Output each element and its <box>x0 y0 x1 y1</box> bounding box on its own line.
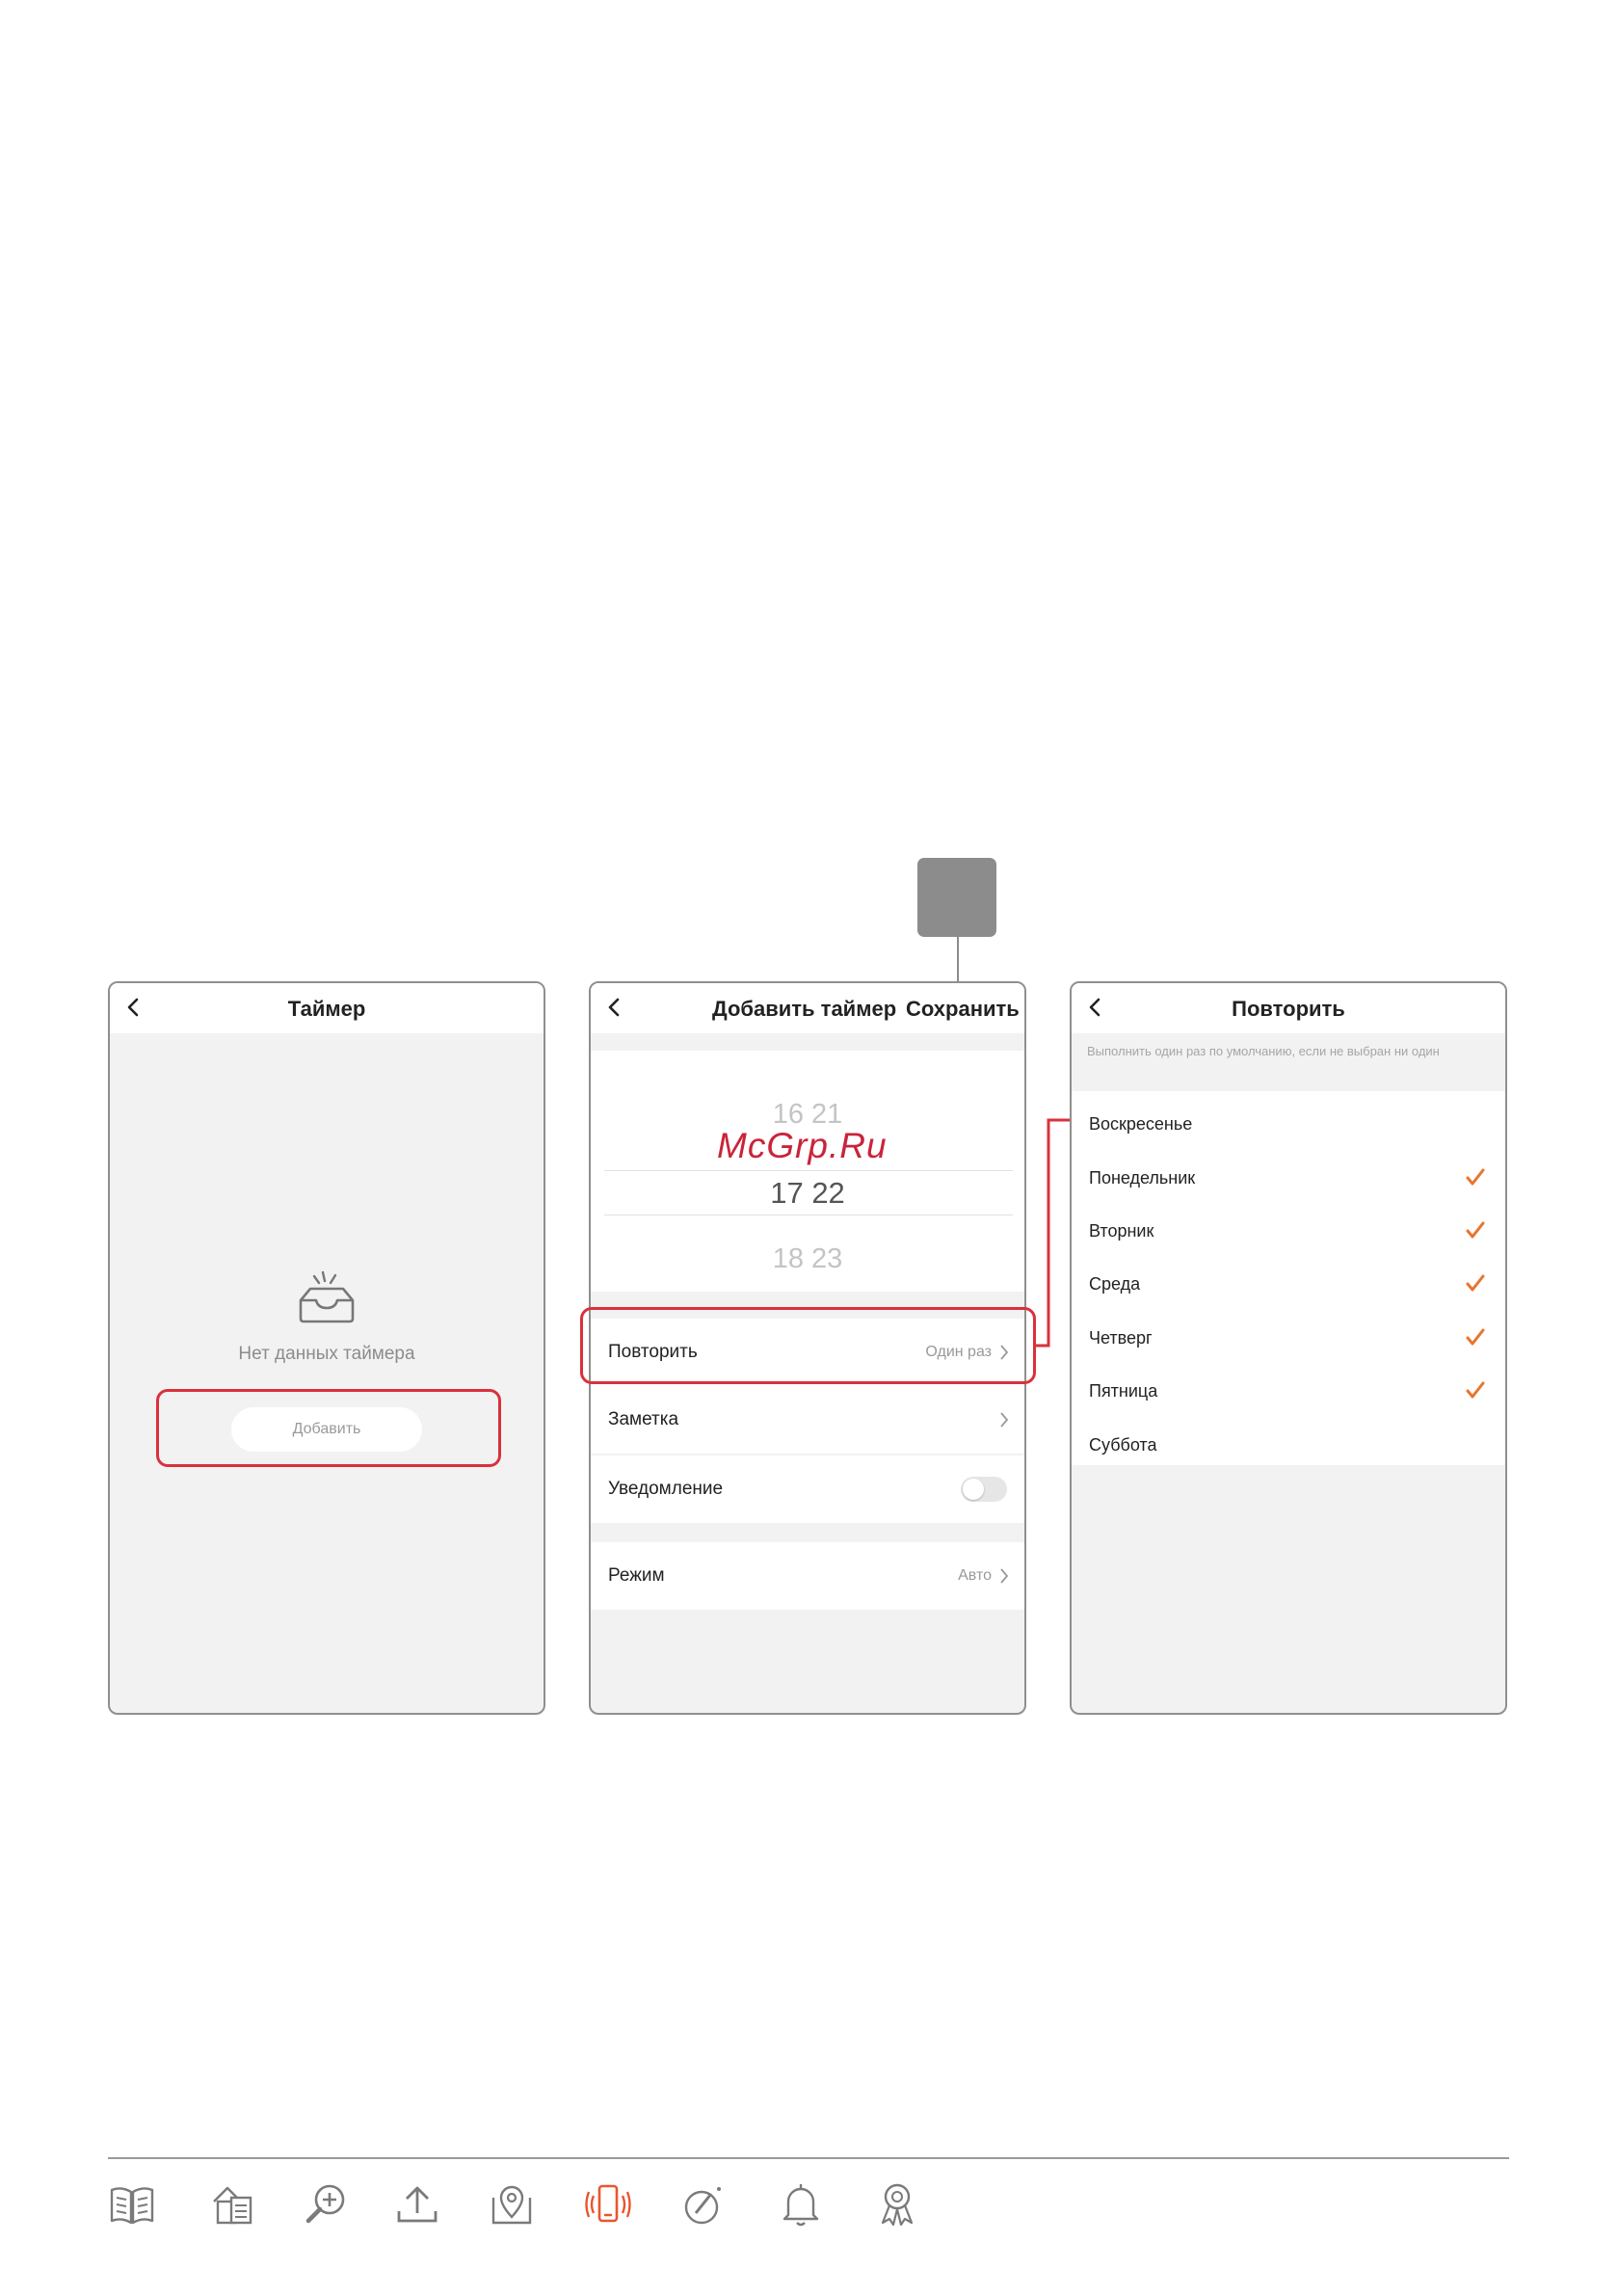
day-item-saturday[interactable]: Суббота <box>1089 1435 1157 1455</box>
footer-divider <box>108 2157 1509 2159</box>
day-item-thursday[interactable]: Четверг <box>1089 1328 1153 1348</box>
checkmark-icon <box>1466 1221 1485 1239</box>
empty-state-text: Нет данных таймера <box>238 1344 415 1364</box>
day-item-friday[interactable]: Пятница <box>1089 1381 1157 1402</box>
toggle-knob <box>963 1479 984 1500</box>
picker-hour: 17 <box>770 1176 804 1210</box>
header: Добавить таймер Сохранить <box>591 983 1024 1033</box>
picker-minute: 22 <box>811 1176 845 1210</box>
manual-book-icon[interactable] <box>108 2180 156 2229</box>
chevron-right-icon <box>1000 1412 1009 1428</box>
location-pin-icon[interactable] <box>488 2180 536 2229</box>
header: Таймер <box>110 983 544 1033</box>
vibrating-phone-icon[interactable] <box>584 2180 632 2229</box>
repeat-hint: Выполнить один раз по умолчанию, если не… <box>1087 1044 1440 1058</box>
header: Повторить <box>1072 983 1505 1033</box>
days-list: Воскресенье Понедельник Вторник Среда Че… <box>1072 1091 1505 1465</box>
edit-circle-icon[interactable] <box>680 2180 729 2229</box>
page-title: Повторить <box>1232 997 1345 1021</box>
note-row[interactable]: Заметка <box>591 1386 1024 1454</box>
highlight-add-button <box>156 1389 501 1467</box>
house-document-icon[interactable] <box>208 2180 256 2229</box>
upload-icon[interactable] <box>393 2180 441 2229</box>
page-title: Таймер <box>287 997 366 1021</box>
notification-label: Уведомление <box>608 1479 724 1499</box>
bell-icon[interactable] <box>777 2180 825 2229</box>
picker-divider-top <box>604 1170 1013 1171</box>
day-item-monday[interactable]: Понедельник <box>1089 1168 1195 1188</box>
zoom-plus-icon[interactable] <box>303 2180 351 2229</box>
picker-minute: 23 <box>811 1243 843 1274</box>
note-label: Заметка <box>608 1409 679 1429</box>
checkmark-icon <box>1466 1168 1485 1186</box>
time-picker[interactable]: 16 21 17 22 18 23 <box>591 1051 1024 1292</box>
checkmark-icon <box>1466 1381 1485 1399</box>
checkmark-icon <box>1466 1274 1485 1292</box>
notification-toggle[interactable] <box>961 1477 1007 1502</box>
day-item-tuesday[interactable]: Вторник <box>1089 1221 1154 1241</box>
day-item-sunday[interactable]: Воскресенье <box>1089 1114 1192 1135</box>
timer-screen: Таймер Нет данных таймера Добавить <box>108 981 545 1715</box>
notification-row: Уведомление <box>591 1455 1024 1523</box>
repeat-screen: Повторить Выполнить один раз по умолчани… <box>1070 981 1507 1715</box>
callout-badge <box>917 858 996 937</box>
back-arrow-icon[interactable] <box>604 997 625 1018</box>
picker-hour: 18 <box>772 1243 804 1274</box>
watermark: McGrp.Ru <box>717 1126 888 1165</box>
mode-row[interactable]: Режим Авто <box>591 1542 1024 1610</box>
page-title: Добавить таймер <box>712 997 897 1021</box>
empty-inbox-icon <box>299 1270 355 1323</box>
award-ribbon-icon[interactable] <box>873 2180 921 2229</box>
checkmark-icon <box>1466 1328 1485 1346</box>
chevron-right-icon <box>1000 1568 1009 1584</box>
save-button[interactable]: Сохранить <box>906 997 1020 1022</box>
mode-value: Авто <box>958 1567 992 1584</box>
highlight-repeat-row <box>580 1307 1036 1384</box>
picker-row-selected: 17 22 <box>591 1176 1024 1211</box>
mode-label: Режим <box>608 1565 665 1586</box>
picker-row-below: 18 23 <box>591 1243 1024 1275</box>
day-item-wednesday[interactable]: Среда <box>1089 1274 1140 1295</box>
